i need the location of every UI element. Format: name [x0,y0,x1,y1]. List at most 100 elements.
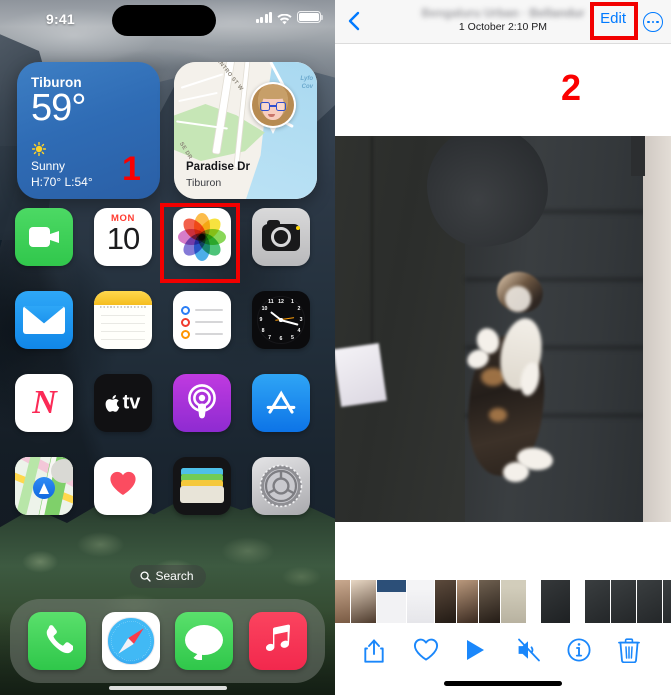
share-icon[interactable] [362,638,388,664]
edit-button-highlight-box [590,2,638,40]
app-clock[interactable]: 12 3 6 9 1 2 4 5 7 8 10 11 [252,291,310,349]
photos-app-highlight-box [160,203,240,283]
app-reminders[interactable] [173,291,231,349]
music-note-icon [263,624,293,659]
more-options-icon[interactable] [643,12,663,32]
search-pill[interactable]: Search [129,565,206,588]
app-maps[interactable] [15,457,73,515]
battery-icon [297,11,323,23]
notes-header-icon [94,291,152,305]
filmstrip-thumb[interactable] [407,580,435,623]
dock-app-safari[interactable] [101,612,160,670]
app-news[interactable]: N [15,374,73,432]
photo-filmstrip[interactable] [335,580,671,623]
reminder-item-icon [181,329,223,339]
photo-title-text: Bengaluru Urban · Bellandur [421,6,585,20]
app-camera[interactable] [252,208,310,266]
info-icon[interactable] [567,638,593,664]
clock-face-icon: 12 3 6 9 1 2 4 5 7 8 10 11 [257,296,305,344]
gear-icon [259,464,303,508]
filmstrip-thumb[interactable] [351,580,377,623]
cellular-signal-icon [255,11,272,23]
cat-subject [461,267,573,506]
filmstrip-thumb[interactable] [457,580,479,623]
app-mail[interactable] [15,291,73,349]
calendar-day: 10 [106,221,140,256]
photo-header-bar: Bengaluru Urban · Bellandur 1 October 2:… [335,0,671,44]
dock-app-messages[interactable] [175,612,234,670]
reminder-item-icon [181,305,223,315]
filmstrip-thumb[interactable] [377,580,407,623]
tv-label: tv [122,391,141,414]
map-water-label: Lyfo Cov [300,76,313,90]
trash-icon[interactable] [618,638,644,664]
maps-widget[interactable]: ENTRO ST W SE DR Lyfo Cov Paradise Dr Ti… [174,62,317,199]
filmstrip-thumb[interactable] [663,580,671,623]
app-app-store[interactable] [252,374,310,432]
home-indicator [108,686,227,690]
favorite-heart-icon[interactable] [413,638,439,664]
facetime-camera-icon [29,227,59,247]
play-icon[interactable] [464,638,490,664]
app-wallet[interactable] [173,457,231,515]
photo-viewer[interactable] [335,136,671,522]
annotation-number-1: 1 [122,150,141,188]
message-bubble-icon [185,624,224,655]
app-notes[interactable] [94,291,152,349]
camera-flash-dot [296,226,300,230]
wifi-icon [277,12,292,24]
photo-background-gap [335,522,671,577]
app-podcasts[interactable] [173,374,231,432]
weather-temperature: 59° [31,87,86,129]
filmstrip-thumb[interactable] [335,580,351,623]
safari-compass-icon [106,617,155,665]
dock-app-music[interactable] [249,612,308,670]
filmstrip-gap [527,580,541,623]
app-settings[interactable] [252,457,310,515]
widget-row: Tiburon 59° Sunny H:70° L:54° ENTRO ST W… [17,62,317,199]
app-row [15,457,320,515]
dock-app-phone[interactable] [27,612,86,670]
wall-upper-block [631,136,645,176]
filmstrip-thumb[interactable] [479,580,501,623]
sun-icon [31,141,47,157]
memoji-avatar-icon [250,82,296,128]
filmstrip-thumb-selected[interactable] [540,580,572,623]
wall [643,136,671,522]
left-phone-home-screen: 9:41 Tiburon 59° Sunny H:70° L:54° ENTRO… [0,0,335,695]
map-subtitle: Tiburon [186,177,222,189]
status-bar: 9:41 [0,0,335,40]
news-letter-icon: N [32,384,57,421]
app-tv[interactable]: tv [94,374,152,432]
app-store-icon [264,388,298,418]
mail-envelope-icon [23,306,65,334]
filmstrip-thumb[interactable] [435,580,457,623]
map-title: Paradise Dr [186,161,250,173]
app-facetime[interactable] [15,208,73,266]
mute-icon[interactable] [516,638,542,664]
weather-high-low: H:70° L:54° [31,175,93,189]
filmstrip-thumb[interactable] [611,580,637,623]
filmstrip-thumb[interactable] [585,580,611,623]
home-indicator [444,681,562,686]
app-health[interactable] [94,457,152,515]
podcasts-mic-icon [182,383,222,423]
app-row: N tv [15,374,320,432]
reminder-item-icon [181,317,223,327]
app-calendar[interactable]: MON 10 [94,208,152,266]
search-label: Search [155,569,194,583]
filmstrip-gap [571,580,585,623]
status-bar-indicators [255,11,323,24]
map-block [51,459,73,483]
photo-toolbar [335,630,671,672]
right-phone-photo-detail: Bengaluru Urban · Bellandur 1 October 2:… [335,0,671,695]
dynamic-island [112,5,216,36]
annotation-number-2: 2 [561,67,582,108]
search-icon [139,570,151,582]
app-row: 12 3 6 9 1 2 4 5 7 8 10 11 [15,291,320,349]
maps-navigation-arrow-icon [33,477,55,500]
filmstrip-thumb[interactable] [501,580,527,623]
camera-lens-icon [271,227,291,247]
filmstrip-thumb[interactable] [637,580,663,623]
health-heart-icon [109,471,137,502]
